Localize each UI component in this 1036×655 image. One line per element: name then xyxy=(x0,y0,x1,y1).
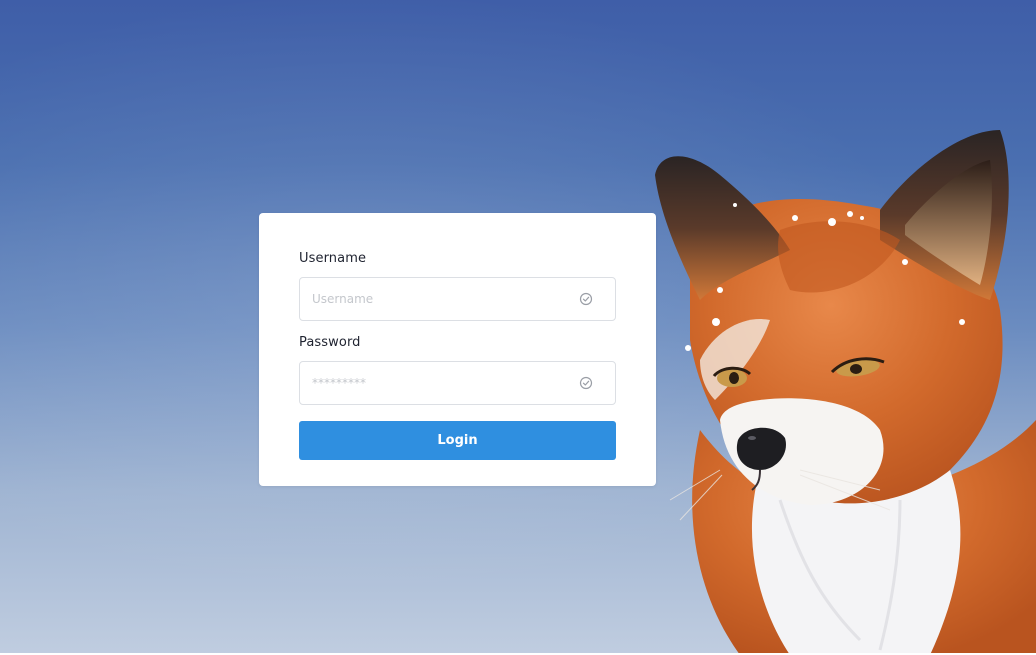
username-input[interactable] xyxy=(312,278,562,320)
check-circle-icon xyxy=(579,292,593,306)
password-input[interactable] xyxy=(312,362,562,404)
username-field-wrapper[interactable] xyxy=(299,277,616,321)
login-button[interactable]: Login xyxy=(299,421,616,460)
password-field-wrapper[interactable] xyxy=(299,361,616,405)
check-circle-icon xyxy=(579,376,593,390)
username-label: Username xyxy=(299,251,367,266)
login-card: Username Password Login xyxy=(259,213,656,486)
password-label: Password xyxy=(299,335,361,350)
